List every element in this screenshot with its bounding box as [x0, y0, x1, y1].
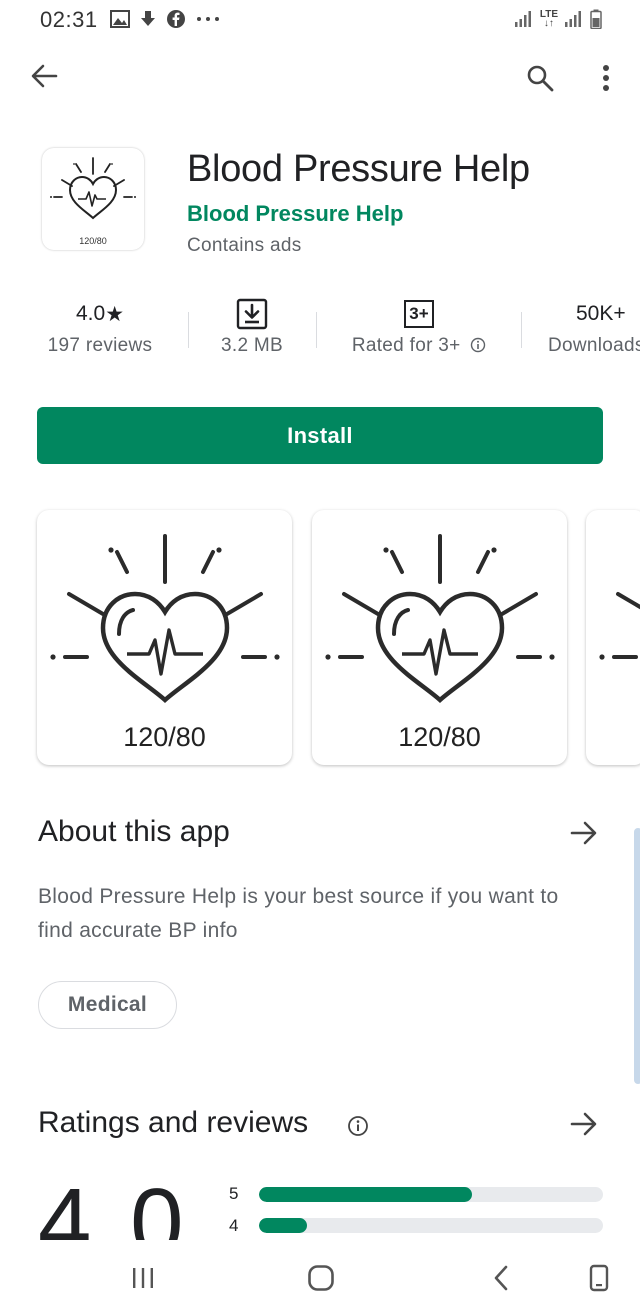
screenshot-caption: 120/80	[398, 722, 481, 752]
size-stat: 3.2 MB	[202, 298, 302, 366]
download-icon	[141, 11, 155, 26]
network-type: LTE ↓↑	[539, 9, 558, 29]
rating-bar-5	[259, 1187, 603, 1202]
more-notifications-icon	[197, 17, 219, 21]
search-button[interactable]	[518, 56, 562, 100]
developer-link[interactable]: Blood Pressure Help	[187, 201, 403, 227]
app-bar	[0, 50, 640, 110]
rating-bar-label: 5	[229, 1184, 239, 1203]
info-icon	[348, 1116, 368, 1136]
recent-apps-icon	[133, 1268, 153, 1288]
download-file-icon	[236, 298, 268, 330]
app-icon-caption: 120/80	[79, 236, 107, 246]
downloads-count: 50K+	[576, 302, 626, 325]
signal-icon-2	[565, 11, 581, 27]
home-button[interactable]	[296, 1260, 346, 1296]
screenshot-1[interactable]: 120/80	[37, 510, 292, 765]
app-title: Blood Pressure Help	[187, 148, 530, 190]
about-description: Blood Pressure Help is your best source …	[38, 885, 559, 942]
arrow-forward-icon	[570, 1112, 597, 1136]
divider	[188, 312, 189, 348]
heart-icon	[325, 534, 555, 704]
nav-back-button[interactable]	[476, 1260, 526, 1296]
rating-bar-label: 4	[229, 1216, 239, 1235]
divider	[316, 312, 317, 348]
content-rating-label: Rated for 3+	[334, 335, 504, 357]
chevron-left-icon	[494, 1265, 508, 1291]
more-options-button[interactable]	[588, 56, 624, 100]
reviews-count: 197 reviews	[47, 335, 153, 356]
rating-value: 4.0	[75, 302, 106, 325]
status-time: 02:31	[40, 7, 98, 32]
screenshot-caption: 120/80	[123, 722, 206, 752]
rating-bar-fill	[259, 1218, 308, 1233]
star-icon: ★	[105, 302, 125, 326]
install-button[interactable]: Install	[37, 407, 603, 464]
more-vert-icon	[603, 65, 609, 91]
image-icon	[110, 10, 130, 28]
back-button[interactable]	[24, 56, 64, 96]
downloads-stat: 50K+ Downloads	[548, 298, 640, 366]
divider	[521, 312, 522, 348]
app-size: 3.2 MB	[221, 335, 283, 356]
info-icon	[470, 337, 486, 353]
recent-apps-button[interactable]	[118, 1260, 168, 1296]
rating-bar-4	[259, 1218, 603, 1233]
search-icon	[527, 65, 554, 92]
phone-icon	[589, 1264, 609, 1292]
status-bar: 02:31 LTE ↓↑	[0, 0, 640, 40]
facebook-icon	[167, 10, 185, 28]
app-icon: 120/80	[42, 148, 144, 250]
arrow-forward-icon	[570, 821, 597, 845]
downloads-label: Downloads	[548, 335, 640, 356]
ratings-more-button[interactable]	[564, 1106, 604, 1142]
heart-icon	[50, 157, 136, 220]
about-title: About this app	[38, 815, 230, 848]
ads-notice: Contains ads	[187, 235, 302, 256]
ratings-title: Ratings and reviews	[38, 1106, 309, 1139]
content-rating-stat[interactable]: 3+ Rated for 3+	[334, 298, 504, 366]
content-rating-badge: 3+	[404, 300, 434, 328]
battery-icon	[590, 9, 602, 29]
system-nav-bar	[0, 1240, 640, 1315]
screenshot-2[interactable]: 120/80	[312, 510, 567, 765]
heart-icon	[599, 592, 640, 660]
about-more-button[interactable]	[564, 815, 604, 851]
home-icon	[308, 1265, 334, 1291]
system-status-icons: LTE ↓↑	[514, 8, 602, 30]
screenshot-3-partial[interactable]	[586, 510, 640, 765]
arrow-back-icon	[31, 64, 58, 88]
keyboard-toggle-button[interactable]	[574, 1260, 624, 1296]
scrollbar[interactable]	[634, 828, 640, 1084]
signal-icon	[514, 11, 531, 27]
rating-stat[interactable]: 4.0 ★ 197 reviews	[30, 298, 170, 366]
rating-bar-fill	[259, 1187, 473, 1202]
heart-icon	[50, 534, 280, 704]
ratings-info-button[interactable]	[342, 1110, 374, 1142]
notification-icons	[110, 8, 220, 30]
category-chip[interactable]: Medical	[38, 981, 177, 1029]
